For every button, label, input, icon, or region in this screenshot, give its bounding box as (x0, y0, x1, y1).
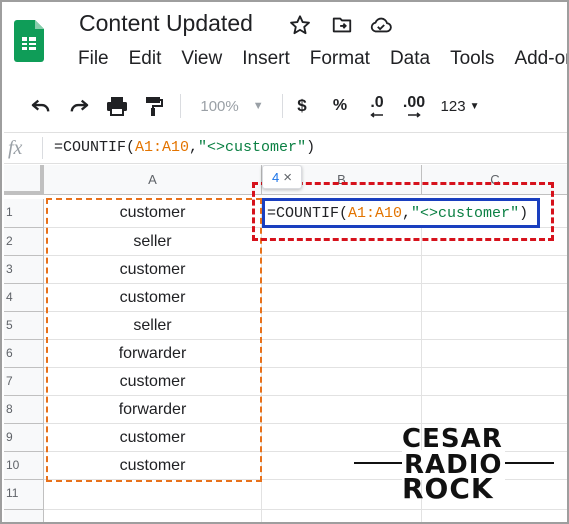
cell-a11[interactable] (44, 480, 262, 510)
editor-range-ref: A1:A10 (348, 205, 403, 222)
cell-a12[interactable] (44, 510, 262, 522)
cell-c4[interactable] (422, 284, 567, 312)
cell-b3[interactable] (262, 256, 422, 284)
currency-format-button[interactable]: $ (292, 94, 312, 118)
zoom-value: 100% (200, 97, 239, 115)
row-header-5[interactable]: 5 (4, 312, 44, 340)
zoom-select[interactable]: 100% ▼ (196, 94, 268, 118)
decrease-decimal-label: .0 (370, 94, 384, 111)
editor-criteria-string: "<>customer" (411, 205, 520, 222)
row-header-10[interactable]: 10 (4, 452, 44, 480)
formula-result-tooltip: 4 × (262, 165, 302, 189)
cell-c12[interactable] (422, 510, 567, 522)
toolbar: 100% ▼ $ % .0 .00 123 ▼ (4, 86, 567, 126)
decrease-decimal-button[interactable]: .0 (364, 94, 390, 118)
menu-data[interactable]: Data (380, 48, 440, 72)
print-icon[interactable] (103, 94, 131, 118)
formula-input[interactable]: =COUNTIF(A1:A10,"<>customer") (54, 139, 315, 156)
percent-format-button[interactable]: % (329, 94, 351, 118)
row-header-2[interactable]: 2 (4, 228, 44, 256)
row-header-11[interactable]: 11 (4, 480, 44, 510)
editor-suffix: ) (519, 205, 529, 222)
formula-prefix: =COUNTIF( (54, 139, 136, 156)
toolbar-divider (282, 94, 283, 118)
move-to-folder-icon[interactable] (330, 13, 354, 37)
formula-range-ref: A1:A10 (135, 139, 190, 156)
arrow-left-icon (370, 112, 383, 118)
menu-bar: File Edit View Insert Format Data Tools … (68, 48, 567, 72)
row-header-7[interactable]: 7 (4, 368, 44, 396)
row-header-4[interactable]: 4 (4, 284, 44, 312)
watermark-line-3: ROCK (402, 472, 494, 505)
row-header-3[interactable]: 3 (4, 256, 44, 284)
menu-addons[interactable]: Add-or (504, 48, 567, 72)
chevron-down-icon: ▼ (252, 100, 264, 112)
editor-prefix: =COUNTIF( (267, 205, 349, 222)
app-frame: Content Updated File Edit View Insert Fo… (0, 0, 569, 524)
chevron-down-icon: ▼ (469, 100, 480, 112)
row-header-1[interactable]: 1 (4, 199, 44, 228)
formula-suffix: ) (306, 139, 316, 156)
menu-view[interactable]: View (171, 48, 232, 72)
cell-b8[interactable] (262, 396, 422, 424)
row-header-12[interactable] (4, 510, 44, 522)
formula-comma: , (189, 139, 199, 156)
menu-insert[interactable]: Insert (232, 48, 300, 72)
site-watermark-logo: CESAR RADIO ROCK (354, 424, 562, 505)
column-header-a[interactable]: A (44, 165, 262, 195)
fx-icon: fx (8, 137, 23, 159)
cell-b12[interactable] (262, 510, 422, 522)
cell-c8[interactable] (422, 396, 567, 424)
cell-c5[interactable] (422, 312, 567, 340)
range-highlight-a1-a10 (46, 198, 262, 482)
redo-icon[interactable] (66, 94, 92, 118)
formula-bar-divider (42, 137, 43, 159)
star-icon[interactable] (288, 13, 312, 37)
select-all-corner[interactable] (4, 165, 44, 195)
cell-c3[interactable] (422, 256, 567, 284)
cell-b6[interactable] (262, 340, 422, 368)
formula-bar: fx =COUNTIF(A1:A10,"<>customer") (4, 132, 567, 164)
menu-file[interactable]: File (68, 48, 119, 72)
document-title[interactable]: Content Updated (79, 10, 253, 37)
editor-comma: , (402, 205, 412, 222)
row-header-6[interactable]: 6 (4, 340, 44, 368)
more-formats-button[interactable]: 123 ▼ (436, 94, 484, 118)
row-header-9[interactable]: 9 (4, 424, 44, 452)
cell-b7[interactable] (262, 368, 422, 396)
more-formats-label: 123 (440, 97, 466, 115)
close-icon[interactable]: × (283, 169, 292, 186)
undo-icon[interactable] (28, 94, 54, 118)
active-cell-editor[interactable]: =COUNTIF(A1:A10,"<>customer") (262, 198, 540, 228)
menu-format[interactable]: Format (300, 48, 380, 72)
menu-edit[interactable]: Edit (119, 48, 172, 72)
result-preview-value: 4 (272, 169, 280, 185)
menu-tools[interactable]: Tools (440, 48, 504, 72)
toolbar-divider (180, 94, 181, 118)
cell-c7[interactable] (422, 368, 567, 396)
cell-c6[interactable] (422, 340, 567, 368)
increase-decimal-button[interactable]: .00 (399, 94, 429, 118)
cell-b4[interactable] (262, 284, 422, 312)
arrow-right-icon (408, 112, 421, 118)
paint-format-icon[interactable] (142, 94, 166, 118)
increase-decimal-label: .00 (402, 94, 426, 111)
cloud-saved-icon[interactable] (369, 13, 393, 37)
row-header-8[interactable]: 8 (4, 396, 44, 424)
formula-criteria-string: "<>customer" (198, 139, 307, 156)
cell-b5[interactable] (262, 312, 422, 340)
sheets-logo-icon[interactable] (14, 20, 44, 62)
